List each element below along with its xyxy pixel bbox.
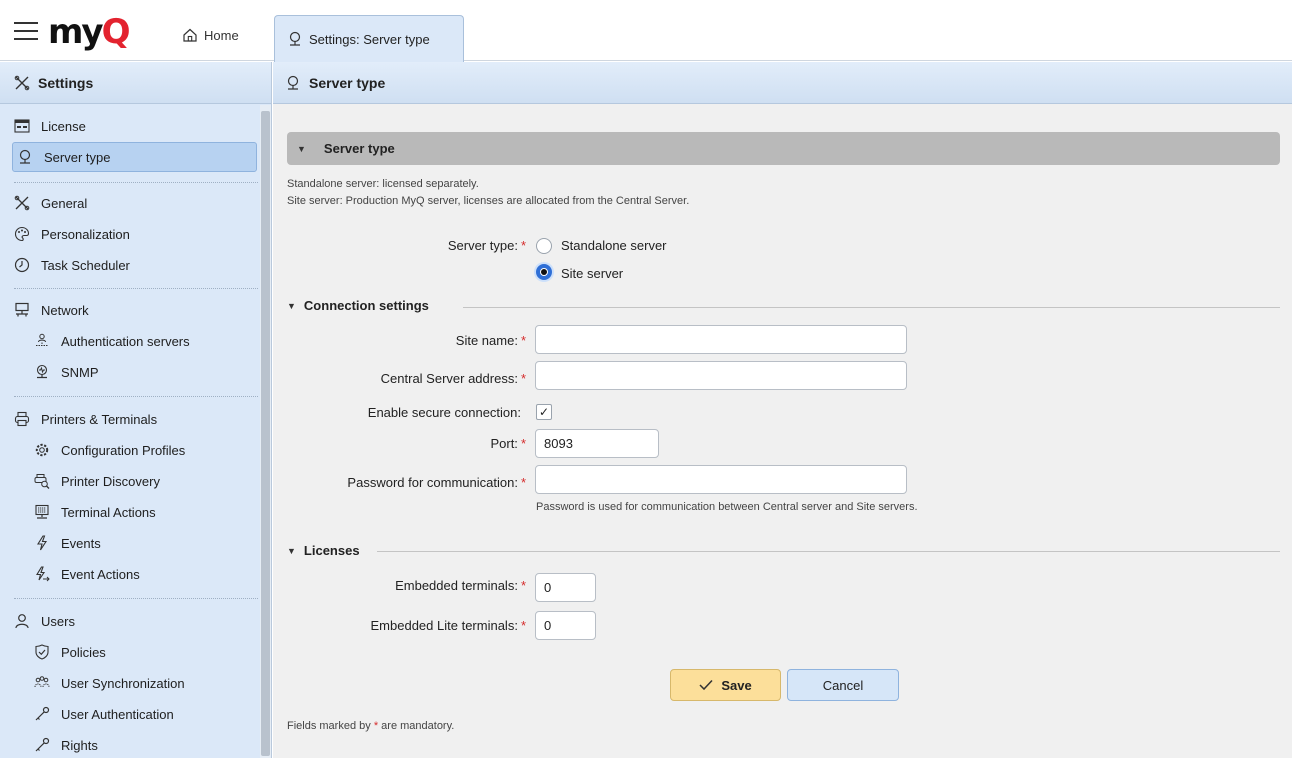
collapse-triangle-icon: ▼ — [287, 300, 296, 311]
palette-icon — [14, 226, 30, 242]
radio-standalone-label: Standalone server — [561, 238, 667, 253]
sidebar-item-configuration-profiles[interactable]: Configuration Profiles — [34, 442, 185, 458]
section-server-type-header[interactable]: ▼ Server type — [287, 132, 1280, 165]
shield-icon — [34, 644, 50, 660]
embedded-terminals-input[interactable]: 0 — [535, 573, 596, 602]
sidebar-scrollbar-thumb[interactable] — [261, 111, 270, 756]
sidebar-title: Settings — [38, 74, 94, 91]
sidebar-item-event-actions[interactable]: Event Actions — [34, 566, 140, 582]
checkmark-icon — [699, 679, 713, 691]
sidebar-item-printer-discovery[interactable]: Printer Discovery — [34, 473, 160, 489]
sidebar-item-user-authentication[interactable]: User Authentication — [34, 706, 174, 722]
sidebar-item-snmp[interactable]: SNMP — [34, 364, 99, 380]
collapse-triangle-icon: ▼ — [297, 143, 306, 154]
description-site: Site server: Production MyQ server, lice… — [287, 195, 690, 207]
save-button[interactable]: Save — [670, 669, 781, 701]
sidebar-item-server-type[interactable]: Server type — [12, 142, 257, 172]
printer-icon — [14, 411, 30, 427]
auth-server-icon — [34, 333, 50, 349]
password-input[interactable] — [535, 465, 907, 494]
terminal-icon — [34, 504, 50, 520]
collapse-triangle-icon: ▼ — [287, 545, 296, 556]
sidebar-item-events[interactable]: Events — [34, 535, 101, 551]
tools-icon — [14, 195, 30, 211]
embedded-terminals-label: Embedded terminals: * — [395, 578, 526, 593]
sidebar-divider — [14, 182, 258, 183]
sidebar-header: Settings — [0, 62, 271, 104]
sidebar-item-license[interactable]: License — [14, 118, 86, 134]
password-label: Password for communication: * — [347, 475, 526, 490]
sidebar-item-users[interactable]: Users — [14, 613, 75, 629]
sidebar-item-terminal-actions[interactable]: Terminal Actions — [34, 504, 156, 520]
sidebar-item-task-scheduler[interactable]: Task Scheduler — [14, 257, 130, 273]
page-header: Server type — [273, 62, 1292, 104]
group-licenses[interactable]: ▼ Licenses — [287, 543, 360, 558]
sidebar-item-authentication-servers[interactable]: Authentication servers — [34, 333, 190, 349]
central-server-address-input[interactable] — [535, 361, 907, 390]
tools-icon — [14, 75, 30, 90]
embedded-lite-terminals-label: Embedded Lite terminals: * — [370, 618, 526, 633]
central-server-address-label: Central Server address: * — [380, 371, 526, 386]
key-icon — [34, 737, 50, 753]
page-title: Server type — [309, 74, 386, 91]
radio-standalone-server[interactable] — [536, 238, 552, 254]
sidebar-item-rights[interactable]: Rights — [34, 737, 98, 753]
embedded-lite-terminals-input[interactable]: 0 — [535, 611, 596, 640]
network-icon — [14, 302, 30, 318]
port-input[interactable]: 8093 — [535, 429, 659, 458]
radio-site-label: Site server — [561, 266, 624, 281]
user-icon — [14, 613, 30, 629]
site-name-input[interactable] — [535, 325, 907, 354]
section-title: Server type — [323, 141, 395, 156]
sidebar: Settings License Server type General Per… — [0, 62, 272, 758]
sidebar-divider — [14, 598, 258, 599]
server-type-icon — [17, 149, 33, 165]
mandatory-footnote: Fields marked by * are mandatory. — [287, 720, 455, 732]
password-help-text: Password is used for communication betwe… — [536, 501, 918, 513]
license-icon — [14, 118, 30, 134]
lightning-arrow-icon — [34, 566, 50, 582]
menu-icon[interactable] — [14, 22, 38, 40]
site-name-label: Site name: * — [455, 333, 526, 348]
config-gear-icon — [34, 442, 50, 458]
description-standalone: Standalone server: licensed separately. — [287, 178, 479, 190]
snmp-icon — [34, 364, 50, 380]
server-type-label: Server type: * — [447, 238, 526, 253]
key-icon — [34, 706, 50, 722]
home-tab[interactable]: Home — [182, 24, 239, 46]
clock-icon — [14, 257, 30, 273]
main-panel: Server type ▼ Server type Standalone ser… — [273, 62, 1292, 758]
radio-site-server[interactable] — [536, 264, 552, 280]
sidebar-divider — [14, 288, 258, 289]
cancel-button[interactable]: Cancel — [787, 669, 899, 701]
group-divider — [463, 307, 1280, 308]
server-type-icon — [289, 31, 301, 46]
sidebar-item-printers-terminals[interactable]: Printers & Terminals — [14, 411, 157, 427]
myq-logo[interactable]: myQ — [48, 14, 130, 50]
enable-secure-connection-checkbox[interactable]: ✓ — [536, 404, 552, 420]
top-bar: myQ Home Settings: Server type — [0, 0, 1292, 62]
sidebar-item-general[interactable]: General — [14, 195, 87, 211]
enable-secure-connection-label: Enable secure connection: — [367, 405, 521, 420]
sidebar-item-policies[interactable]: Policies — [34, 644, 106, 660]
lightning-icon — [34, 535, 50, 551]
group-connection-settings[interactable]: ▼ Connection settings — [287, 298, 429, 313]
home-icon — [183, 28, 197, 42]
printer-search-icon — [34, 473, 50, 489]
server-type-icon — [287, 75, 299, 90]
sidebar-item-network[interactable]: Network — [14, 302, 89, 318]
sidebar-item-personalization[interactable]: Personalization — [14, 226, 130, 242]
tab-label: Settings: Server type — [309, 31, 430, 47]
sidebar-item-user-synchronization[interactable]: User Synchronization — [34, 675, 185, 691]
port-label: Port: * — [490, 436, 526, 451]
tab-settings-server-type[interactable]: Settings: Server type — [274, 15, 464, 62]
group-divider — [377, 551, 1280, 552]
home-tab-label: Home — [204, 27, 239, 43]
users-sync-icon — [34, 675, 50, 691]
sidebar-divider — [14, 396, 258, 397]
